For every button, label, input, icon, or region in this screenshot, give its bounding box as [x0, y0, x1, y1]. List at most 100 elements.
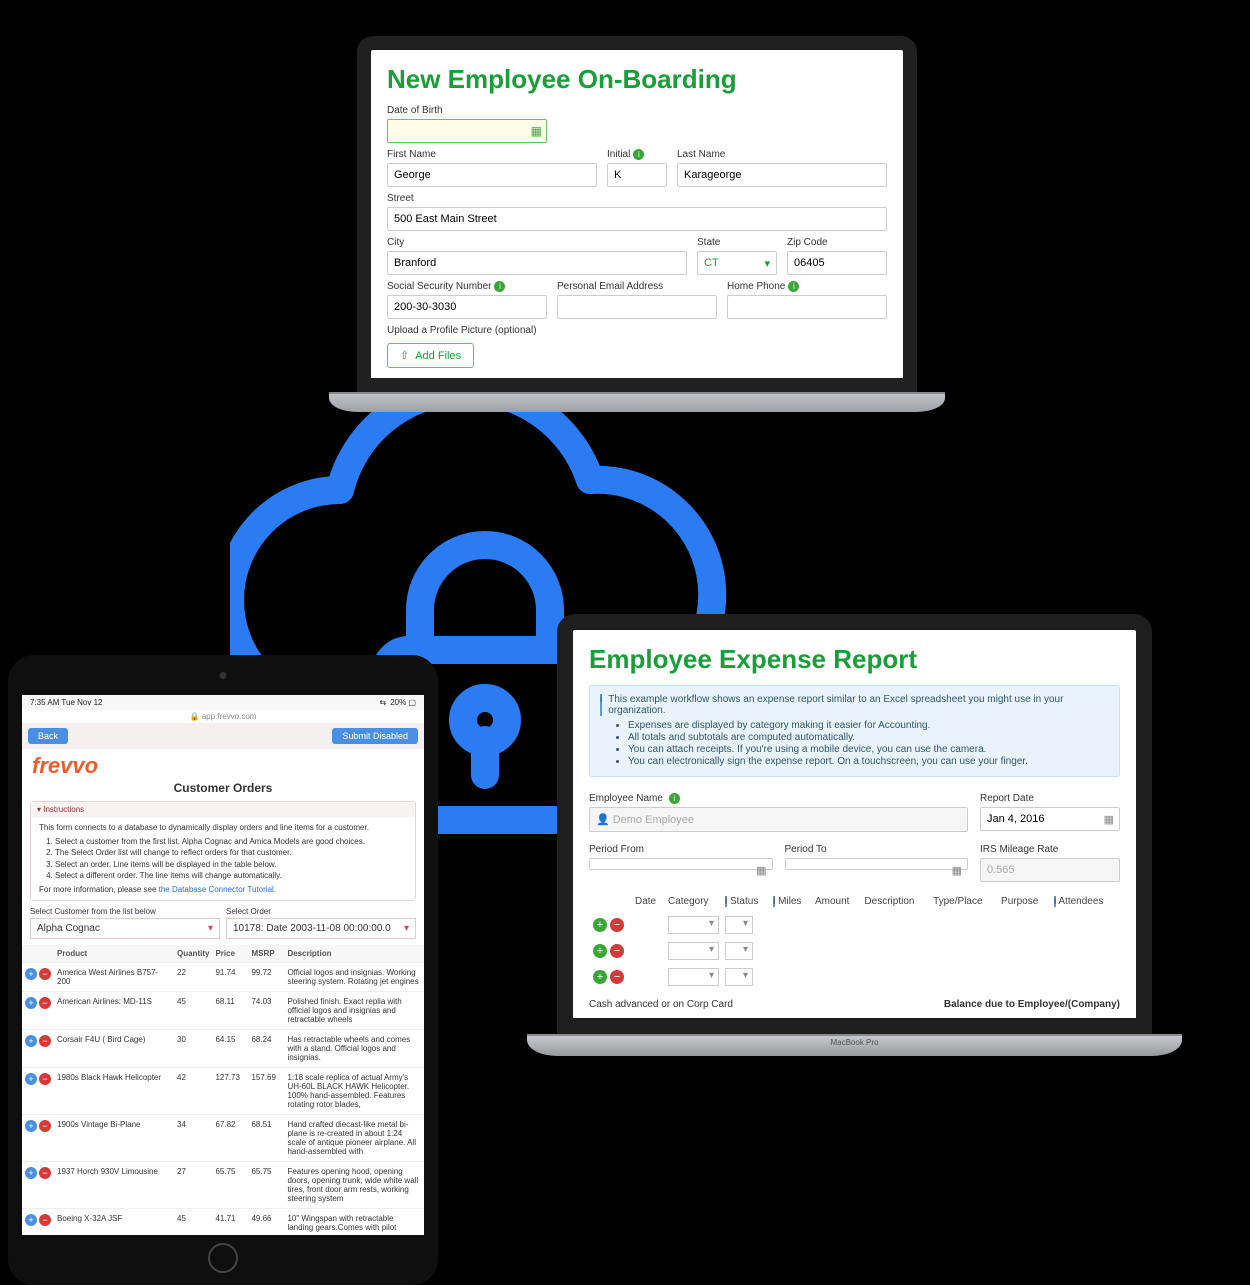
remove-row-button[interactable]: − — [39, 1214, 51, 1226]
email-label: Personal Email Address — [557, 281, 717, 292]
add-row-button[interactable]: + — [25, 1167, 37, 1179]
last-name-input[interactable] — [677, 163, 887, 187]
remove-row-button[interactable]: − — [39, 1167, 51, 1179]
zip-input[interactable] — [787, 251, 887, 275]
table-row: +−Boeing X-32A JSF4541.7149.6610" Wingsp… — [22, 1209, 424, 1235]
email-input[interactable] — [557, 295, 717, 319]
select-order[interactable]: 10178: Date 2003-11-08 00:00:00.0 — [226, 918, 416, 939]
add-row-button[interactable]: + — [25, 997, 37, 1009]
street-input[interactable] — [387, 207, 887, 231]
instruction-step: The Select Order list will change to ref… — [55, 847, 407, 858]
remove-row-button[interactable]: − — [39, 1120, 51, 1132]
dob-label: Date of Birth — [387, 105, 887, 116]
status-select[interactable] — [725, 916, 753, 934]
laptop-base — [329, 392, 945, 412]
initial-label: Initial — [607, 149, 630, 160]
add-row-button[interactable]: + — [25, 1214, 37, 1226]
remove-row-button[interactable]: − — [610, 970, 624, 984]
calendar-icon[interactable]: ▦ — [531, 124, 542, 138]
page-title: Customer Orders — [22, 781, 424, 795]
onboarding-form: New Employee On-Boarding Date of Birth ▦… — [357, 36, 917, 392]
table-row: +− — [591, 939, 1118, 963]
table-row: +−American Airlines: MD-11S4568.1174.03P… — [22, 992, 424, 1030]
expense-laptop: Employee Expense Report iThis example wo… — [557, 614, 1152, 1056]
toolbar: Back Submit Disabled — [22, 723, 424, 749]
instructions-box: ▾ Instructions This form connects to a d… — [30, 801, 416, 901]
dob-input[interactable] — [387, 119, 547, 143]
upload-label: Upload a Profile Picture (optional) — [387, 325, 887, 336]
info-icon: i — [788, 281, 799, 292]
table-row: +− — [591, 965, 1118, 989]
home-button[interactable] — [208, 1243, 238, 1273]
report-date-input[interactable]: Jan 4, 2016▦ — [980, 807, 1120, 831]
url-bar: 🔒 app.frevvo.com — [22, 710, 424, 723]
info-icon: i — [600, 694, 602, 716]
status-select[interactable] — [725, 968, 753, 986]
select-order-label: Select Order — [226, 907, 416, 916]
home-phone-input[interactable] — [727, 295, 887, 319]
remove-row-button[interactable]: − — [39, 1073, 51, 1085]
add-row-button[interactable]: + — [25, 968, 37, 980]
add-row-button[interactable]: + — [593, 970, 607, 984]
tutorial-link[interactable]: the Database Connector Tutorial — [159, 885, 274, 894]
instructions-header[interactable]: ▾ Instructions — [31, 802, 415, 817]
person-icon: 👤 — [596, 814, 610, 826]
employee-name-input[interactable]: 👤Demo Employee — [589, 807, 968, 832]
status-bar: 7:35 AM Tue Nov 12⇆20% ▢ — [22, 695, 424, 710]
more-info-text: For more information, please see — [39, 885, 159, 894]
table-row: +−1900s Vintage Bi-Plane3467.8268.51Hand… — [22, 1115, 424, 1162]
period-to-input[interactable]: ▦ — [785, 858, 969, 870]
select-customer[interactable]: Alpha Cognac — [30, 918, 220, 939]
select-customer-label: Select Customer from the list below — [30, 907, 220, 916]
cash-advanced-label: Cash advanced or on Corp Card — [589, 999, 733, 1010]
customer-orders-app: 7:35 AM Tue Nov 12⇆20% ▢ 🔒 app.frevvo.co… — [22, 695, 424, 1235]
add-row-button[interactable]: + — [593, 944, 607, 958]
city-label: City — [387, 237, 687, 248]
add-row-button[interactable]: + — [25, 1120, 37, 1132]
info-bullet: You can attach receipts. If you're using… — [628, 744, 1109, 755]
category-select[interactable] — [668, 916, 719, 934]
instruction-step: Select a customer from the first list. A… — [55, 836, 407, 847]
info-box: iThis example workflow shows an expense … — [589, 685, 1120, 777]
status-select[interactable] — [725, 942, 753, 960]
frevvo-logo: frevvo — [22, 749, 424, 779]
onboarding-title: New Employee On-Boarding — [387, 64, 887, 95]
expense-title: Employee Expense Report — [589, 644, 1120, 675]
irs-label: IRS Mileage Rate — [980, 844, 1120, 855]
category-select[interactable] — [668, 942, 719, 960]
add-row-button[interactable]: + — [25, 1073, 37, 1085]
balance-due-label: Balance due to Employee/(Company) — [944, 999, 1120, 1010]
irs-input[interactable]: 0.565 — [980, 858, 1120, 882]
expense-table: DateCategoryi Statusi MilesAmountDescrip… — [589, 890, 1120, 991]
table-row: +−Corsair F4U ( Bird Cage)3064.1568.24Ha… — [22, 1030, 424, 1068]
table-row: +− — [591, 913, 1118, 937]
remove-row-button[interactable]: − — [39, 997, 51, 1009]
state-select[interactable]: CT▾ — [697, 251, 777, 275]
tablet-device: 7:35 AM Tue Nov 12⇆20% ▢ 🔒 app.frevvo.co… — [8, 655, 438, 1285]
info-icon: i — [494, 281, 505, 292]
add-row-button[interactable]: + — [25, 1035, 37, 1047]
remove-row-button[interactable]: − — [610, 944, 624, 958]
table-row: +−1980s Black Hawk Helicopter42127.73157… — [22, 1068, 424, 1115]
add-files-button[interactable]: ⇧Add Files — [387, 343, 474, 368]
info-icon: i — [669, 793, 680, 804]
street-label: Street — [387, 193, 887, 204]
first-name-input[interactable] — [387, 163, 597, 187]
add-row-button[interactable]: + — [593, 918, 607, 932]
info-bullet: Expenses are displayed by category makin… — [628, 720, 1109, 731]
category-select[interactable] — [668, 968, 719, 986]
city-input[interactable] — [387, 251, 687, 275]
info-bullet: All totals and subtotals are computed au… — [628, 732, 1109, 743]
back-button[interactable]: Back — [28, 728, 68, 744]
ssn-input[interactable] — [387, 295, 547, 319]
table-row: +−1937 Horch 930V Limousine2765.7565.75F… — [22, 1162, 424, 1209]
remove-row-button[interactable]: − — [39, 968, 51, 980]
submit-button[interactable]: Submit Disabled — [332, 728, 418, 744]
remove-row-button[interactable]: − — [39, 1035, 51, 1047]
remove-row-button[interactable]: − — [610, 918, 624, 932]
ssn-label: Social Security Number — [387, 281, 491, 292]
table-row: +−America West Airlines B757-2002291.749… — [22, 963, 424, 992]
home-phone-label: Home Phone — [727, 281, 785, 292]
period-from-input[interactable]: ▦ — [589, 858, 773, 870]
initial-input[interactable] — [607, 163, 667, 187]
